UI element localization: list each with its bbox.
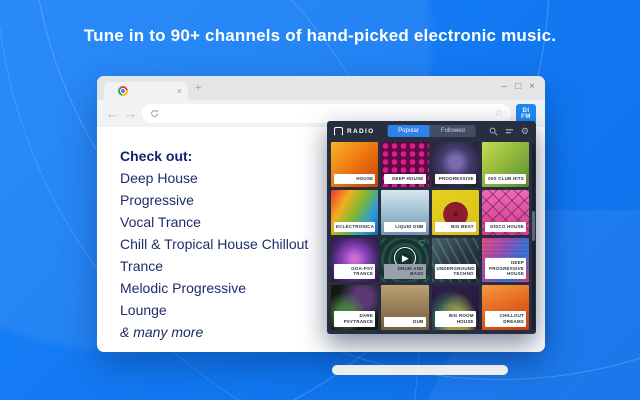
tab-popular[interactable]: Popular xyxy=(387,125,430,137)
channel-tile-label: BIG ROOM HOUSE xyxy=(434,311,476,327)
channel-tile-label: DISCO HOUSE xyxy=(484,221,526,232)
back-button[interactable]: ← xyxy=(106,107,119,120)
channel-tile-label: DUB xyxy=(384,317,426,327)
page-inner-panel-edge xyxy=(332,365,508,375)
window-controls: – □ × xyxy=(502,80,535,94)
channel-tile-label: ECLECTRONICA xyxy=(334,221,376,232)
chrome-favicon-icon xyxy=(118,86,128,96)
favorite-heart-icon[interactable]: ♡ xyxy=(418,239,425,248)
channel-tile[interactable]: CHILLOUT DREAMS xyxy=(481,285,529,330)
channel-tile-label: DEEP PROGRESSIVE HOUSE xyxy=(484,257,526,280)
channel-grid: HOUSE DEEP HOUSE PROGRESSIVE 00s CLUB HITS E… xyxy=(331,142,529,330)
tab-followed[interactable]: Followed xyxy=(429,125,476,137)
difm-logo-icon xyxy=(334,127,343,136)
channel-tile-label: GOA-PSY TRANCE xyxy=(334,263,376,280)
channel-tile[interactable]: BIG ROOM HOUSE xyxy=(431,285,479,330)
reload-icon[interactable] xyxy=(150,109,159,118)
channel-tile[interactable]: ♡ ▶ DRUM AND BASS xyxy=(381,237,429,283)
channel-tile[interactable]: DUB xyxy=(381,285,429,330)
channel-tile[interactable]: 00s CLUB HITS xyxy=(481,142,529,187)
headline: Tune in to 90+ channels of hand-picked e… xyxy=(83,26,557,45)
popup-tabs: Popular Followed xyxy=(387,125,476,137)
channel-tile-label: DEEP HOUSE xyxy=(384,173,426,184)
minimize-button[interactable]: – xyxy=(502,80,508,94)
channel-tile-label: PROGRESSIVE xyxy=(434,173,476,184)
channel-list-item: Chill & Tropical House Chillout xyxy=(120,236,309,252)
channel-tile-label: LIQUID DNB xyxy=(384,221,426,232)
popup-header: RADIO Popular Followed ⚙ xyxy=(327,121,536,142)
channel-tile[interactable]: ECLECTRONICA xyxy=(331,189,379,235)
channel-tile-label: UNDERGROUND TECHNO xyxy=(434,263,476,280)
channel-list: Deep House Progressive Vocal Trance Chill &… xyxy=(120,167,308,321)
channel-tile[interactable]: HOUSE xyxy=(331,142,379,187)
channel-list-item: Deep House xyxy=(120,170,198,186)
channel-tile-label: 00s CLUB HITS xyxy=(484,173,526,184)
settings-gear-icon[interactable]: ⚙ xyxy=(521,127,529,136)
bookmark-star-icon[interactable]: ☆ xyxy=(494,108,503,119)
radio-popup: RADIO Popular Followed ⚙ HOUSE DEEP HOUSE… xyxy=(327,121,536,334)
channel-list-item: Trance xyxy=(120,258,164,274)
checkout-list: Check out: Deep House Progressive Vocal Tr… xyxy=(120,145,308,343)
browser-tab[interactable]: × xyxy=(104,82,188,100)
maximize-button[interactable]: □ xyxy=(515,80,521,94)
channel-tile-label: CHILLOUT DREAMS xyxy=(484,311,526,327)
channel-tile[interactable]: DARK PSYTRANCE xyxy=(331,285,379,330)
checkout-footer: & many more xyxy=(120,324,204,340)
channel-tile-label: BIG BEAT xyxy=(434,221,476,232)
forward-button[interactable]: → xyxy=(124,107,137,120)
extension-label-bottom: FM xyxy=(521,113,531,120)
channel-tile[interactable]: DEEP HOUSE xyxy=(381,142,429,187)
popup-scrollbar[interactable] xyxy=(532,144,535,330)
checkout-heading: Check out: xyxy=(120,148,193,164)
channel-list-item: Melodic Progressive xyxy=(120,280,247,296)
browser-titlebar: × + – □ × xyxy=(97,76,545,100)
playlist-icon[interactable] xyxy=(505,127,514,136)
channel-list-item: Vocal Trance xyxy=(120,214,201,230)
channel-tile[interactable]: GOA-PSY TRANCE xyxy=(331,237,379,283)
tab-close-icon[interactable]: × xyxy=(177,85,182,97)
channel-tile[interactable]: BIG BEAT xyxy=(431,189,479,235)
channel-tile[interactable]: PROGRESSIVE xyxy=(431,142,479,187)
channel-tile-label: HOUSE xyxy=(334,173,376,184)
popup-title: RADIO xyxy=(347,128,375,135)
new-tab-button[interactable]: + xyxy=(195,82,201,95)
channel-tile-label: DRUM AND BASS xyxy=(384,263,426,280)
channel-tile[interactable]: DISCO HOUSE xyxy=(481,189,529,235)
channel-list-item: Progressive xyxy=(120,192,194,208)
popup-scrollbar-thumb[interactable] xyxy=(532,210,535,241)
channel-tile-label: DARK PSYTRANCE xyxy=(334,311,376,327)
channel-tile[interactable]: UNDERGROUND TECHNO xyxy=(431,237,479,283)
channel-tile[interactable]: LIQUID DNB xyxy=(381,189,429,235)
play-icon: ▶ xyxy=(401,252,409,263)
popup-header-icons: ⚙ xyxy=(489,127,529,136)
channel-tile[interactable]: DEEP PROGRESSIVE HOUSE xyxy=(481,237,529,283)
channel-list-item: Lounge xyxy=(120,302,167,318)
search-icon[interactable] xyxy=(489,127,498,136)
close-button[interactable]: × xyxy=(529,80,535,94)
